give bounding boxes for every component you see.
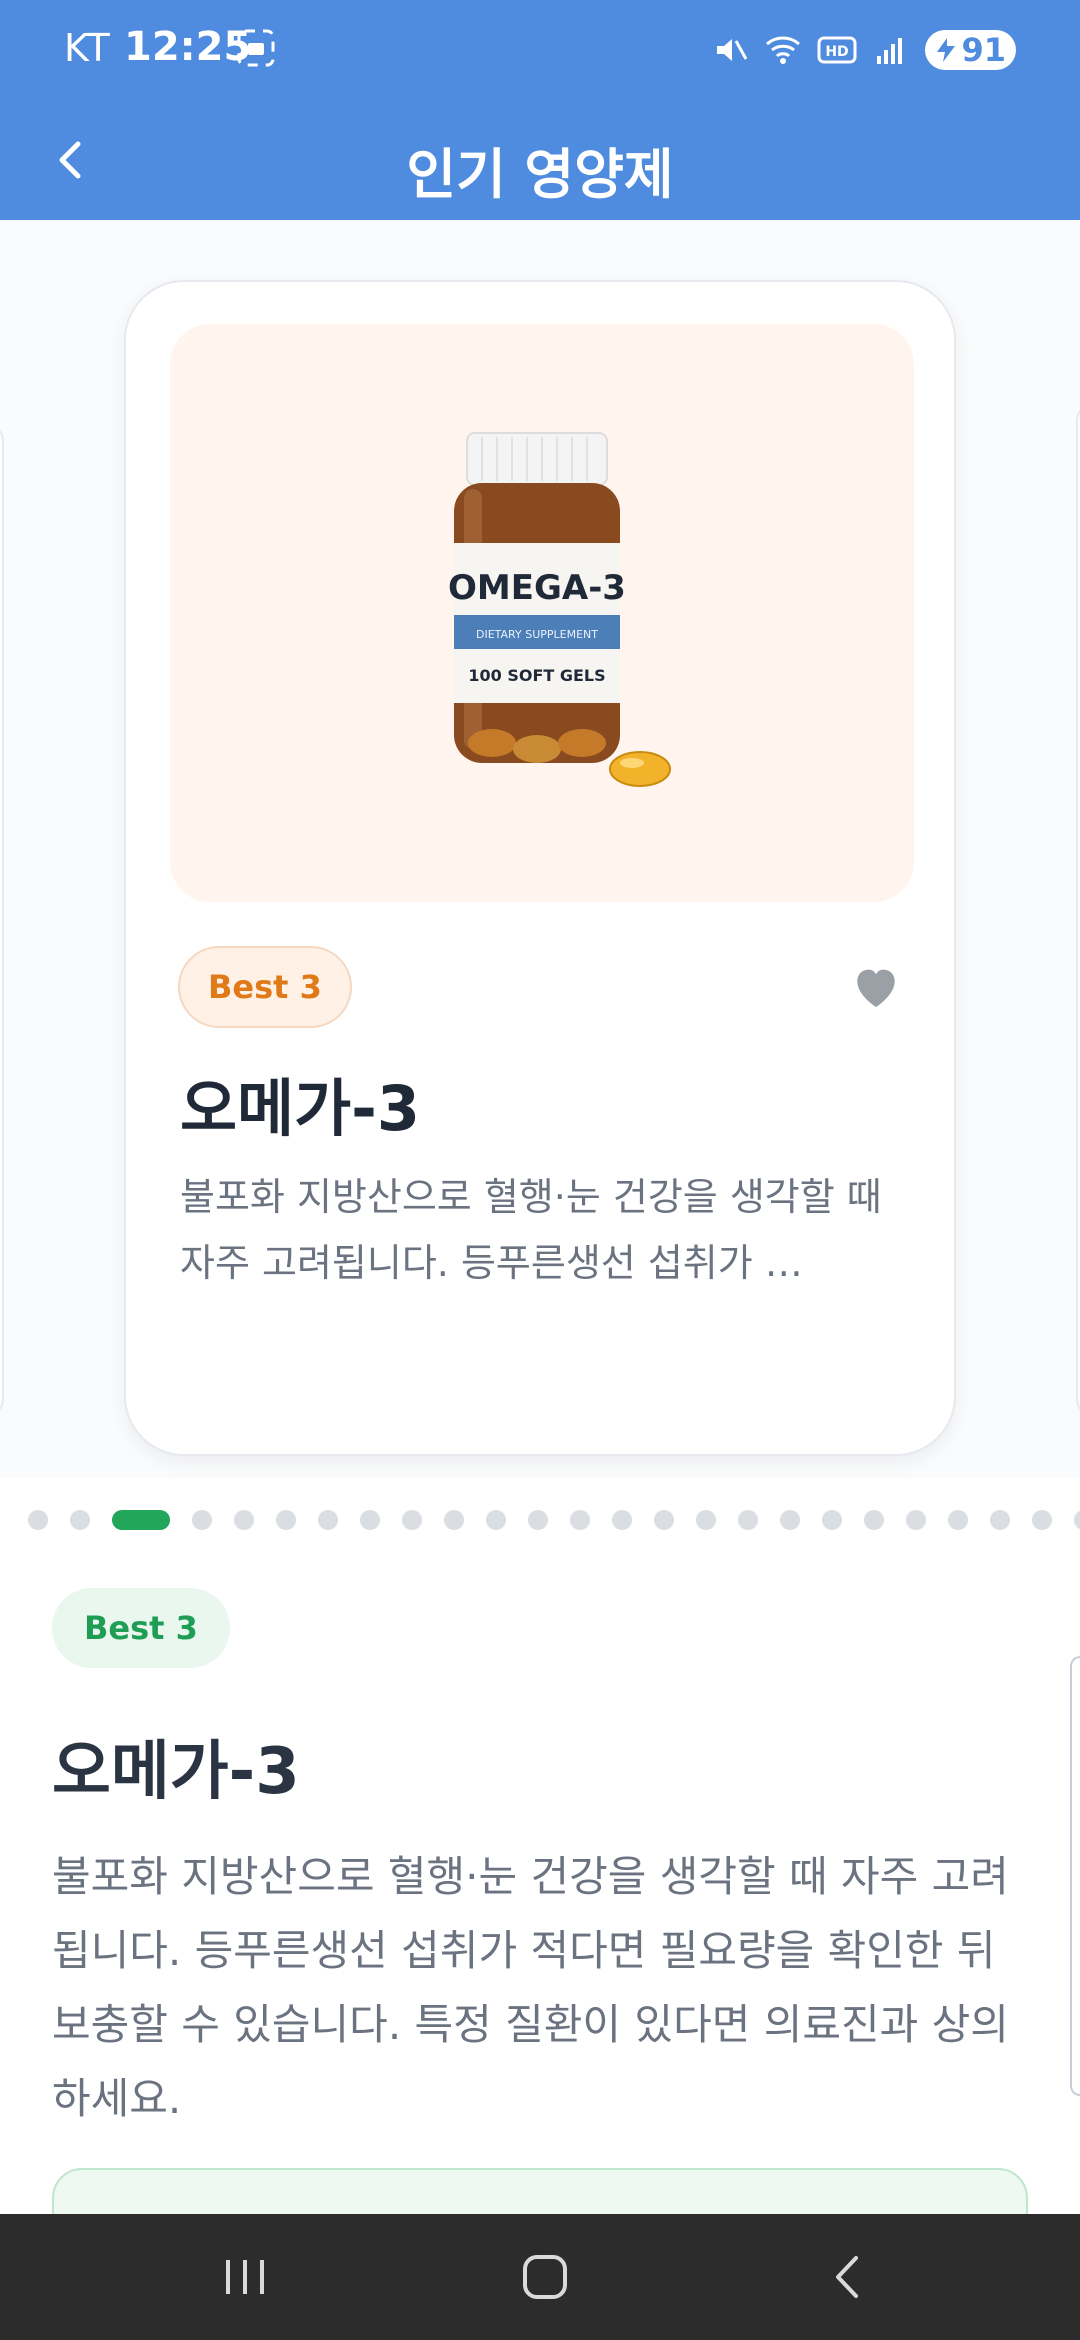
pagination-dot[interactable] [906,1510,926,1530]
prev-card-peek[interactable] [0,420,4,1420]
back-icon [836,2256,858,2298]
product-image: OMEGA-3 DIETARY SUPPLEMENT 100 SOFT GELS [170,324,914,902]
card-title: 오메가-3 [180,1072,420,1145]
pagination-dot[interactable] [864,1510,884,1530]
pagination-dot[interactable] [192,1510,212,1530]
svg-text:HD: HD [826,44,849,60]
status-bar: KT 12:25 HD 91 [0,0,1080,100]
bottle-count-text: 100 SOFT GELS [468,666,605,685]
carousel-pagination [0,1500,1080,1540]
wifi-icon [766,36,801,64]
system-navigation-bar [0,2214,1080,2340]
heart-icon[interactable] [848,958,904,1014]
pagination-dot[interactable] [612,1510,632,1530]
pagination-dot[interactable] [444,1510,464,1530]
recent-apps-button[interactable] [200,2232,290,2322]
recent-apps-icon [226,2260,264,2294]
pagination-dot[interactable] [738,1510,758,1530]
pagination-dot[interactable] [1032,1510,1052,1530]
app-header: KT 12:25 HD 91 인기 영양제 [0,0,1080,220]
pagination-dot[interactable] [696,1510,716,1530]
pagination-dot[interactable] [654,1510,674,1530]
supplement-carousel[interactable]: OMEGA-3 DIETARY SUPPLEMENT 100 SOFT GELS… [0,220,1080,1478]
pagination-dot[interactable] [360,1510,380,1530]
pagination-dot[interactable] [528,1510,548,1530]
carrier-label: KT [64,26,111,70]
detail-title: 오메가-3 [52,1735,300,1809]
status-time: 12:25 [124,24,252,70]
pagination-dot[interactable] [28,1510,48,1530]
card-description: 불포화 지방산으로 혈행·눈 건강을 생각할 때 자주 고려됩니다. 등푸른생선… [180,1175,882,1285]
home-button[interactable] [500,2232,590,2322]
pagination-dot[interactable] [234,1510,254,1530]
supplement-card[interactable]: OMEGA-3 DIETARY SUPPLEMENT 100 SOFT GELS… [124,280,956,1456]
pagination-dot[interactable] [780,1510,800,1530]
page-title: 인기 영양제 [406,143,674,206]
bolt-icon [937,38,956,62]
detail-description: 불포화 지방산으로 혈행·눈 건강을 생각할 때 자주 고려됩니다. 등푸른생선… [52,1852,1009,2123]
pagination-dot[interactable] [276,1510,296,1530]
scroll-indicator[interactable] [1070,1656,1080,2096]
screenshot-icon [237,29,275,67]
battery-level: 91 [961,31,1006,69]
bottle-subtitle-text: DIETARY SUPPLEMENT [476,628,598,641]
detail-rank-badge: Best 3 [52,1588,230,1668]
supplement-bottle-illustration: OMEGA-3 DIETARY SUPPLEMENT 100 SOFT GELS [448,432,671,787]
bottle-brand-text: OMEGA-3 [448,568,626,608]
pagination-dot[interactable] [318,1510,338,1530]
app-bar: 인기 영양제 [0,100,1080,220]
pagination-dot[interactable] [990,1510,1010,1530]
status-right-icons: HD 91 [709,28,1016,72]
pagination-dot[interactable] [570,1510,590,1530]
signal-icon [877,38,903,64]
next-card-peek[interactable] [1076,400,1080,1420]
battery-badge: 91 [925,30,1016,70]
nav-back-button[interactable] [804,2232,894,2322]
pagination-dot[interactable] [948,1510,968,1530]
hd-icon: HD [817,36,857,64]
mute-icon [717,39,748,61]
pagination-dot[interactable] [822,1510,842,1530]
pagination-dot[interactable] [1074,1510,1080,1530]
pagination-dot[interactable] [70,1510,90,1530]
pagination-dot[interactable] [402,1510,422,1530]
rank-badge: Best 3 [178,946,352,1028]
pagination-dot-active[interactable] [112,1510,170,1530]
home-icon [523,2255,567,2299]
pagination-dot[interactable] [486,1510,506,1530]
